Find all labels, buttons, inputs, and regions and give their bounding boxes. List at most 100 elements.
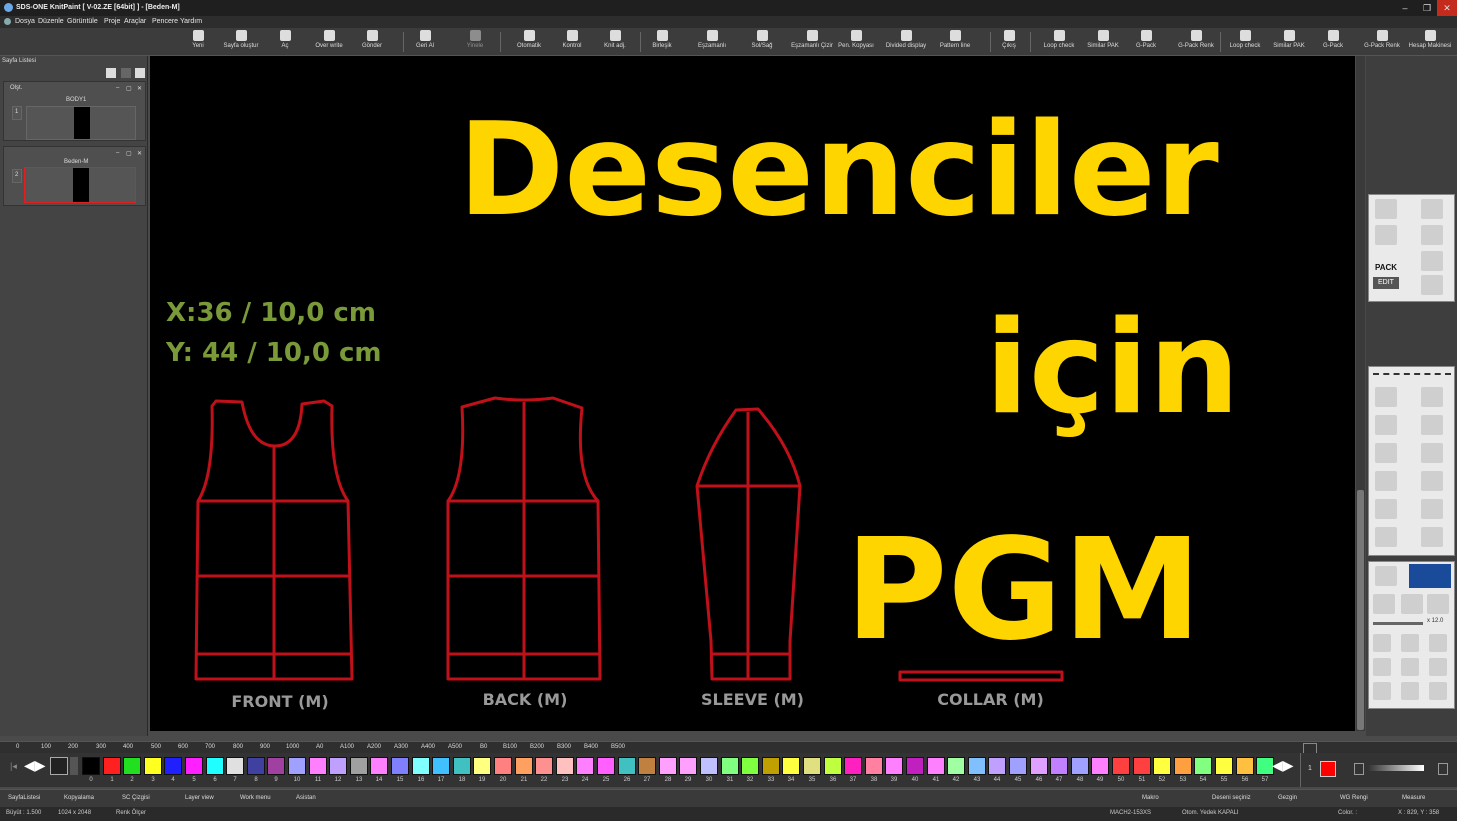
menu-help[interactable]: Yardım xyxy=(180,18,202,25)
tab-navigator[interactable]: Gezgin xyxy=(1278,795,1297,801)
palette-swatch[interactable] xyxy=(164,757,182,775)
palette-swatch[interactable] xyxy=(906,757,924,775)
toolbar-combine-button[interactable]: Birleşik xyxy=(648,30,676,54)
arrow-left-icon[interactable] xyxy=(1373,658,1391,676)
palette-swatch[interactable] xyxy=(309,757,327,775)
tab-measure[interactable]: Measure xyxy=(1402,795,1425,801)
palette-swatch[interactable] xyxy=(721,757,739,775)
toolbar-knit-adj-button[interactable]: Knit adj. xyxy=(598,30,632,54)
zoom-slider[interactable] xyxy=(1373,622,1423,625)
palette-swatch[interactable] xyxy=(824,757,842,775)
shape-rect-icon[interactable] xyxy=(1421,387,1443,407)
palette-start-icon[interactable]: |◂ xyxy=(10,761,17,772)
palette-swatch[interactable] xyxy=(659,757,677,775)
arrow-up-right-icon[interactable] xyxy=(1429,634,1447,652)
palette-swatch[interactable] xyxy=(927,757,945,775)
palette-swatch[interactable] xyxy=(288,757,306,775)
palette-swatch[interactable] xyxy=(638,757,656,775)
minimize-button[interactable]: – xyxy=(1395,0,1415,16)
menu-project[interactable]: Proje xyxy=(104,18,120,25)
restore-icon[interactable]: ▢ xyxy=(126,85,132,92)
palette-swatch[interactable] xyxy=(1174,757,1192,775)
palette-swatch[interactable] xyxy=(700,757,718,775)
palette-swatch[interactable] xyxy=(247,757,265,775)
palette-swatch[interactable] xyxy=(762,757,780,775)
palette-swatch[interactable] xyxy=(1133,757,1151,775)
stack-icon[interactable] xyxy=(1421,471,1443,491)
palette-swatch[interactable] xyxy=(741,757,759,775)
palette-swatch[interactable] xyxy=(1050,757,1068,775)
tab-layer-view[interactable]: Layer view xyxy=(185,795,214,801)
layers-icon[interactable] xyxy=(1421,415,1443,435)
palette-swatch[interactable] xyxy=(865,757,883,775)
tab-copy[interactable]: Kopyalama xyxy=(64,795,94,801)
maximize-button[interactable]: ❐ xyxy=(1417,0,1437,16)
palette-swatch[interactable] xyxy=(412,757,430,775)
close-icon[interactable]: ✕ xyxy=(137,85,142,92)
hand-icon[interactable] xyxy=(1375,566,1397,586)
palette-swatch[interactable] xyxy=(144,757,162,775)
toolbar-send-button[interactable]: Gönder xyxy=(357,30,387,54)
tab-assistant[interactable]: Asistan xyxy=(296,795,316,801)
cube-icon[interactable] xyxy=(1375,415,1397,435)
palette-swatch[interactable] xyxy=(206,757,224,775)
tab-macro[interactable]: Makro xyxy=(1142,795,1159,801)
toolbar-left-right-button[interactable]: Sol/Sağ xyxy=(748,30,776,54)
page-refresh-button[interactable] xyxy=(121,68,131,78)
palette-swatch[interactable] xyxy=(1112,757,1130,775)
palette-swatch[interactable] xyxy=(1071,757,1089,775)
menu-window[interactable]: Pencere xyxy=(152,18,178,25)
palette-mode-icon[interactable] xyxy=(50,757,68,775)
palette-swatch[interactable] xyxy=(1030,757,1048,775)
palette-swatch[interactable] xyxy=(123,757,141,775)
toolbar-similar-pak-button[interactable]: Similar PAK xyxy=(1084,30,1122,54)
palette-swatch[interactable] xyxy=(968,757,986,775)
palette-swatch[interactable] xyxy=(370,757,388,775)
toolbar-g-pack-color-2-button[interactable]: G-Pack Renk xyxy=(1362,30,1402,54)
toolbar-undo-button[interactable]: Geri Al xyxy=(410,30,440,54)
minimize-icon[interactable]: – xyxy=(116,85,119,91)
toolbar-g-pack-2-button[interactable]: G-Pack xyxy=(1320,30,1346,54)
resize-icon[interactable] xyxy=(1421,499,1443,519)
palette-swatch[interactable] xyxy=(988,757,1006,775)
arrow-down-icon[interactable] xyxy=(1401,682,1419,700)
arrow-down-right-icon[interactable] xyxy=(1429,682,1447,700)
eraser-icon[interactable] xyxy=(1421,527,1443,547)
toolbar-similar-pak-2-button[interactable]: Similar PAK xyxy=(1270,30,1308,54)
shape-circle-icon[interactable] xyxy=(1375,387,1397,407)
arrow-up-icon[interactable] xyxy=(1401,634,1419,652)
barcode-icon[interactable] xyxy=(1375,225,1397,245)
page-down-button[interactable] xyxy=(135,68,145,78)
cloud-icon[interactable] xyxy=(1421,275,1443,295)
palette-swatch[interactable] xyxy=(1009,757,1027,775)
restore-icon[interactable]: ▢ xyxy=(126,150,132,157)
fill-icon[interactable] xyxy=(1421,443,1443,463)
palette-swatch[interactable] xyxy=(453,757,471,775)
palette-swatch[interactable] xyxy=(576,757,594,775)
palette-swatch[interactable] xyxy=(515,757,533,775)
tab-sc-line[interactable]: SC Çizgisi xyxy=(122,795,150,801)
palette-swatch[interactable] xyxy=(556,757,574,775)
palette-swatch[interactable] xyxy=(679,757,697,775)
palette-swatch[interactable] xyxy=(82,757,100,775)
palette-swatch[interactable] xyxy=(844,757,862,775)
palette-swatch[interactable] xyxy=(432,757,450,775)
palette-swatch[interactable] xyxy=(597,757,615,775)
zoom-in-icon[interactable] xyxy=(1427,594,1449,614)
toolbar-exit-button[interactable]: Çıkış xyxy=(998,30,1020,54)
arrow-up-left-icon[interactable] xyxy=(1373,634,1391,652)
close-button[interactable]: ✕ xyxy=(1437,0,1457,16)
transform-icon[interactable] xyxy=(1375,499,1397,519)
page-up-button[interactable] xyxy=(106,68,116,78)
menu-edit[interactable]: Düzenle xyxy=(38,18,64,25)
toolbar-g-pack-button[interactable]: G-Pack xyxy=(1133,30,1159,54)
toolbar-check-button[interactable]: Kontrol xyxy=(555,30,589,54)
menu-file[interactable]: Dosya xyxy=(15,18,35,25)
menu-view[interactable]: Görüntüle xyxy=(67,18,98,25)
tab-work-menu[interactable]: Work menu xyxy=(240,795,271,801)
grid-view-icon[interactable] xyxy=(1409,564,1451,588)
move-nodes-icon[interactable] xyxy=(1375,471,1397,491)
palette-swatch[interactable] xyxy=(103,757,121,775)
palette-swatch[interactable] xyxy=(1091,757,1109,775)
palette-swatch[interactable] xyxy=(494,757,512,775)
